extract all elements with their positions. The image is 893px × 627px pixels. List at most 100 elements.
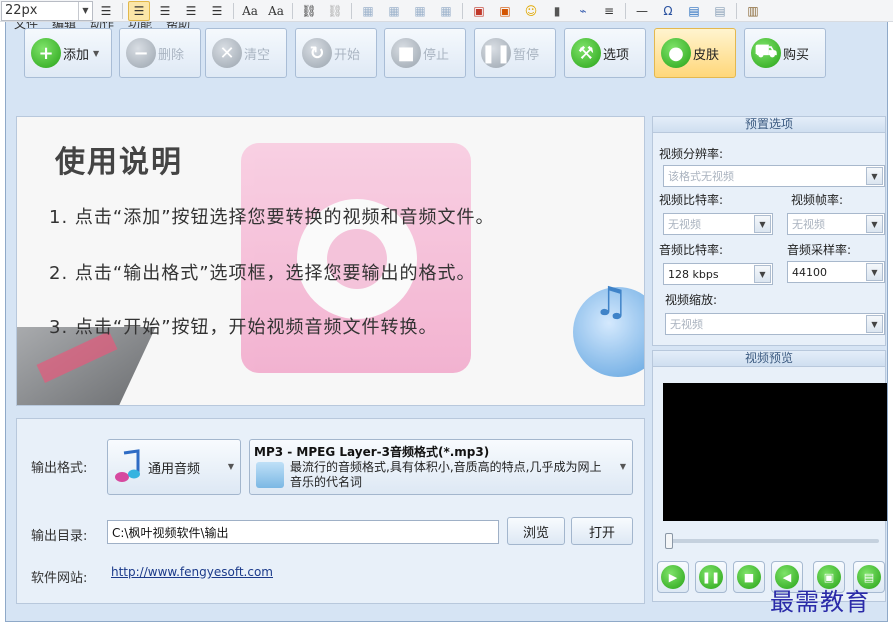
- align-center-icon[interactable]: ☰: [154, 1, 176, 21]
- chevron-down-icon[interactable]: ▼: [754, 265, 771, 283]
- instruction-line-1: 1. 点击“添加”按钮选择您要转换的视频和音频文件。: [49, 207, 495, 228]
- instruction-line-3: 3. 点击“开始”按钮，开始视频音频文件转换。: [49, 317, 438, 338]
- pause-label: 暂停: [513, 47, 540, 63]
- chevron-down-icon[interactable]: ▼: [866, 315, 883, 333]
- chevron-down-icon[interactable]: ▼: [866, 167, 883, 185]
- editor-toolbar: 22px ▼ ☰ ☰ ☰ ☰ ☰ Aa Aa ⛓ ⛓ ▦ ▦ ▦ ▦ ▣ ▣ ☺…: [0, 0, 893, 22]
- buy-button[interactable]: ⛟ 购买: [744, 28, 826, 78]
- stop-label: 停止: [423, 47, 450, 63]
- omega-icon[interactable]: Ω: [657, 1, 679, 21]
- resolution-value: 该格式无视频: [668, 170, 734, 183]
- video-preview-screen: [663, 383, 887, 521]
- audio-bitrate-select[interactable]: 128 kbps ▼: [663, 263, 773, 285]
- open-button[interactable]: 打开: [571, 517, 633, 545]
- chevron-down-icon[interactable]: ▼: [228, 462, 234, 471]
- toolbar-divider: [292, 2, 293, 19]
- clear-icon: ✕: [212, 38, 242, 68]
- add-button[interactable]: + 添加 ▼: [24, 28, 112, 78]
- clear-button[interactable]: ✕ 清空: [205, 28, 287, 78]
- preview-icon[interactable]: ▤: [709, 1, 731, 21]
- font-grow-icon[interactable]: Aa: [239, 1, 261, 21]
- seek-slider[interactable]: [665, 533, 879, 549]
- chevron-down-icon[interactable]: ▼: [620, 462, 626, 471]
- table-icon[interactable]: ▦: [383, 1, 405, 21]
- preview-header: 视频预览: [653, 351, 885, 367]
- framerate-label: 视频帧率:: [791, 193, 844, 207]
- browse-button[interactable]: 浏览: [507, 517, 565, 545]
- emoji-icon[interactable]: ☺: [520, 1, 542, 21]
- font-size-value: 22px: [5, 3, 38, 18]
- chevron-down-icon[interactable]: ▼: [93, 49, 99, 58]
- table-icon[interactable]: ▦: [357, 1, 379, 21]
- website-link[interactable]: http://www.fengyesoft.com: [111, 565, 273, 579]
- indent-icon[interactable]: ☰: [95, 1, 117, 21]
- hr-icon[interactable]: —: [631, 1, 653, 21]
- resolution-select[interactable]: 该格式无视频 ▼: [663, 165, 885, 187]
- pause-preview-button[interactable]: ❚❚: [695, 561, 727, 593]
- apple-icon: ●: [661, 38, 691, 68]
- stop-icon: ■: [391, 38, 421, 68]
- cart-icon: ⛟: [751, 38, 781, 68]
- instruction-line-2: 2. 点击“输出格式”选项框，选择您要输出的格式。: [49, 263, 476, 284]
- align-left-icon[interactable]: ☰: [128, 0, 150, 21]
- toolbar-divider: [462, 2, 463, 19]
- format-category-select[interactable]: 通用音频 ▼: [107, 439, 241, 495]
- skin-button[interactable]: ● 皮肤: [654, 28, 736, 78]
- samplerate-select[interactable]: 44100 ▼: [787, 261, 885, 283]
- code-icon[interactable]: ▤: [683, 1, 705, 21]
- list-icon[interactable]: ≡: [598, 1, 620, 21]
- framerate-select[interactable]: 无视频 ▼: [787, 213, 885, 235]
- delete-button[interactable]: − 删除: [119, 28, 201, 78]
- image-icon[interactable]: ▣: [468, 1, 490, 21]
- font-shrink-icon[interactable]: Aa: [265, 1, 287, 21]
- video-scale-label: 视频缩放:: [665, 293, 718, 307]
- skin-label: 皮肤: [693, 47, 720, 63]
- samplerate-value: 44100: [792, 265, 827, 279]
- chevron-down-icon[interactable]: ▼: [754, 215, 771, 233]
- video-bitrate-value: 无视频: [668, 218, 701, 231]
- video-bitrate-label: 视频比特率:: [659, 193, 724, 207]
- media-icon[interactable]: ▣: [494, 1, 516, 21]
- start-button[interactable]: ↻ 开始: [295, 28, 377, 78]
- video-icon[interactable]: ▮: [546, 1, 568, 21]
- link-icon[interactable]: ⛓: [298, 1, 320, 21]
- format-description: 最流行的音频格式,具有体积小,音质高的特点,几乎成为网上音乐的代名词: [290, 460, 602, 489]
- toolbar-divider: [233, 2, 234, 19]
- plus-icon: +: [31, 38, 61, 68]
- attach-icon[interactable]: ⌁: [572, 1, 594, 21]
- chevron-down-icon[interactable]: ▼: [866, 215, 883, 233]
- play-button[interactable]: ▶: [657, 561, 689, 593]
- instructions-panel: ♫ 使用说明 1. 点击“添加”按钮选择您要转换的视频和音频文件。 2. 点击“…: [16, 116, 645, 406]
- align-right-icon[interactable]: ☰: [180, 1, 202, 21]
- chevron-down-icon[interactable]: ▼: [866, 263, 883, 281]
- pause-button[interactable]: ❚❚ 暂停: [474, 28, 556, 78]
- output-dir-input[interactable]: C:\枫叶视频软件\输出: [107, 520, 499, 544]
- output-dir-label: 输出目录:: [31, 529, 88, 544]
- table-icon[interactable]: ▦: [435, 1, 457, 21]
- video-scale-select[interactable]: 无视频 ▼: [665, 313, 885, 335]
- tools-icon: ⚒: [571, 38, 601, 68]
- add-label: 添加: [63, 47, 90, 63]
- audio-bitrate-label: 音频比特率:: [659, 243, 724, 257]
- seek-slider-thumb[interactable]: [665, 533, 673, 549]
- toolbar-divider: [736, 2, 737, 19]
- chevron-down-icon[interactable]: ▼: [78, 1, 92, 20]
- website-label: 软件网站:: [31, 571, 88, 586]
- pause-icon: ❚❚: [481, 38, 511, 68]
- format-category-value: 通用音频: [148, 461, 201, 477]
- font-size-select[interactable]: 22px ▼: [1, 0, 93, 21]
- options-button[interactable]: ⚒ 选项: [564, 28, 646, 78]
- framerate-value: 无视频: [792, 218, 825, 231]
- folder-icon: [256, 462, 284, 488]
- audio-bitrate-value: 128 kbps: [668, 267, 719, 281]
- watermark: 最需教育: [770, 588, 870, 616]
- video-bitrate-select[interactable]: 无视频 ▼: [663, 213, 773, 235]
- format-detail-select[interactable]: MP3 - MPEG Layer-3音频格式(*.mp3) 最流行的音频格式,具…: [249, 439, 633, 495]
- unlink-icon[interactable]: ⛓: [324, 1, 346, 21]
- stop-preview-button[interactable]: ■: [733, 561, 765, 593]
- stop-button[interactable]: ■ 停止: [384, 28, 466, 78]
- paste-icon[interactable]: ▥: [742, 1, 764, 21]
- resolution-label: 视频分辨率:: [659, 147, 724, 161]
- justify-icon[interactable]: ☰: [206, 1, 228, 21]
- table-icon[interactable]: ▦: [409, 1, 431, 21]
